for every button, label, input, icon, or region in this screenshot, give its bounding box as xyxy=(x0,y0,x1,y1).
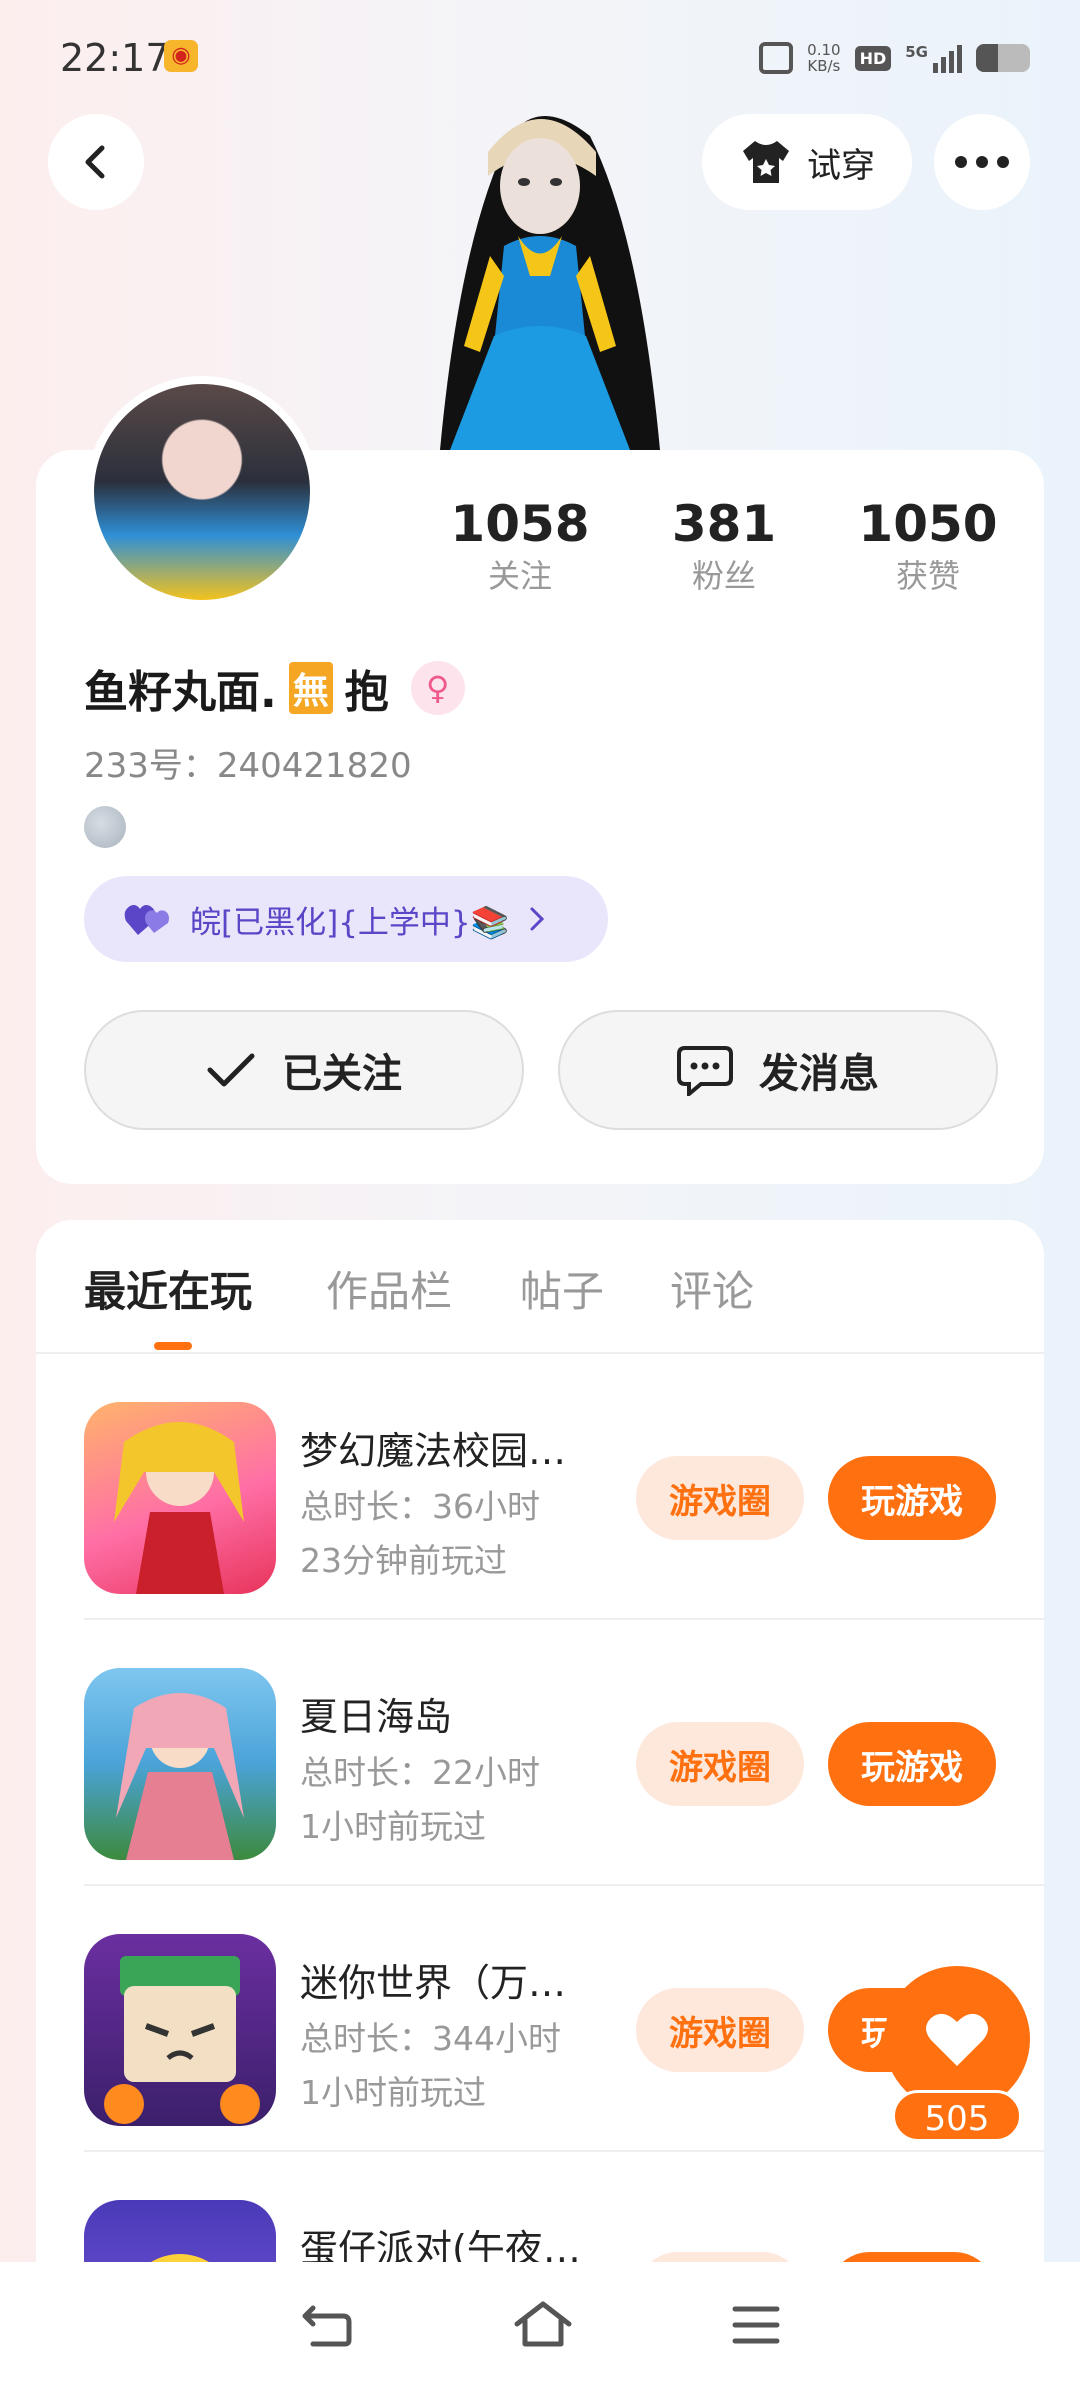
hd-icon: HD xyxy=(854,45,892,71)
game-icon xyxy=(84,1668,276,1860)
stat-following-value: 1058 xyxy=(450,495,590,553)
chat-bubble-icon xyxy=(677,1046,733,1096)
username-prefix: 鱼籽丸面. xyxy=(84,667,277,718)
system-nav-bar xyxy=(0,2262,1080,2388)
game-duration: 总时长：22小时 xyxy=(300,1753,540,1792)
game-last-played: 1小时前玩过 xyxy=(300,1807,486,1846)
avatar[interactable] xyxy=(86,376,318,608)
game-row[interactable]: 夏日海岛 总时长：22小时 1小时前玩过 游戏圈 玩游戏 xyxy=(84,1620,1044,1886)
username-suffix: 抱 xyxy=(344,667,389,718)
like-count: 505 xyxy=(892,2090,1022,2142)
stat-fans[interactable]: 381 粉丝 xyxy=(624,494,824,598)
game-title: 迷你世界（万… xyxy=(300,1961,567,2005)
try-on-label: 试穿 xyxy=(807,145,875,186)
heart-icon xyxy=(926,2013,988,2066)
game-title: 夏日海岛 xyxy=(300,1695,453,1739)
chevron-right-icon xyxy=(530,907,545,931)
game-last-played: 1小时前玩过 xyxy=(300,2073,486,2112)
game-row[interactable]: 梦幻魔法校园… 总时长：36小时 23分钟前玩过 游戏圈 玩游戏 xyxy=(84,1354,1044,1620)
game-row[interactable]: 蛋仔派对(午夜… xyxy=(84,2152,1044,2262)
user-id: 233号：240421820 xyxy=(84,746,412,786)
double-heart-icon xyxy=(124,905,169,935)
stat-fans-value: 381 xyxy=(671,495,777,553)
home-nav-icon[interactable] xyxy=(513,2300,573,2350)
follow-label: 已关注 xyxy=(282,1051,402,1097)
stat-fans-label: 粉丝 xyxy=(691,557,756,595)
game-title: 梦幻魔法校园… xyxy=(300,1429,567,1473)
battery-icon xyxy=(976,44,1030,72)
game-circle-button[interactable]: 游戏圈 xyxy=(636,1988,804,2072)
game-icon xyxy=(84,2200,276,2262)
female-gender-icon: ♀ xyxy=(410,661,465,715)
game-icon xyxy=(84,1934,276,2126)
guild-badge[interactable]: 皖[已黑化]{上学中}📚 xyxy=(84,876,608,962)
signal-icon: 5G xyxy=(905,43,962,73)
back-button[interactable] xyxy=(48,114,144,210)
more-button[interactable] xyxy=(934,114,1030,210)
guild-label: 皖[已黑化]{上学中}📚 xyxy=(190,904,510,941)
vibrate-icon xyxy=(759,42,794,74)
tshirt-icon xyxy=(743,141,789,183)
status-icons: 0.10 KB/s HD 5G xyxy=(759,36,1030,80)
game-title: 蛋仔派对(午夜… xyxy=(300,2227,581,2262)
stat-following[interactable]: 1058 关注 xyxy=(420,494,620,598)
game-icon xyxy=(84,1402,276,1594)
message-label: 发消息 xyxy=(759,1051,879,1097)
follow-button[interactable]: 已关注 xyxy=(84,1010,524,1130)
network-type: 5G xyxy=(905,43,928,61)
stat-following-label: 关注 xyxy=(487,557,552,595)
stat-likes-value: 1050 xyxy=(858,495,998,553)
back-nav-icon[interactable] xyxy=(299,2300,355,2350)
moon-emoji-icon xyxy=(84,806,126,848)
tab-comments[interactable]: 评论 xyxy=(670,1258,754,1319)
check-icon xyxy=(207,1053,255,1087)
more-dots-icon xyxy=(955,156,1009,168)
game-duration: 总时长：344小时 xyxy=(300,2019,561,2058)
game-circle-button[interactable]: 游戏圈 xyxy=(636,1722,804,1806)
username: 鱼籽丸面. 無抱 ♀ xyxy=(84,656,465,720)
tab-indicator xyxy=(154,1342,192,1350)
net-speed-unit: KB/s xyxy=(807,57,841,75)
chevron-left-icon xyxy=(85,145,105,179)
message-button[interactable]: 发消息 xyxy=(558,1010,998,1130)
game-circle-button[interactable] xyxy=(636,2252,804,2262)
stat-likes[interactable]: 1050 获赞 xyxy=(828,494,1028,598)
avatar-figure xyxy=(440,116,660,450)
tab-recently-played[interactable]: 最近在玩 xyxy=(84,1258,252,1319)
stat-likes-label: 获赞 xyxy=(895,557,960,595)
game-duration: 总时长：36小时 xyxy=(300,1487,540,1526)
weibo-notification-icon: ◉ xyxy=(164,40,198,72)
play-game-button[interactable] xyxy=(828,2252,996,2262)
username-badge: 無 xyxy=(288,662,333,714)
play-game-button[interactable]: 玩游戏 xyxy=(828,1456,996,1540)
play-game-button[interactable]: 玩游戏 xyxy=(828,1722,996,1806)
net-speed: 0.10 KB/s xyxy=(807,42,840,74)
net-speed-value: 0.10 xyxy=(807,41,841,59)
game-last-played: 23分钟前玩过 xyxy=(300,1541,507,1580)
game-circle-button[interactable]: 游戏圈 xyxy=(636,1456,804,1540)
tab-works[interactable]: 作品栏 xyxy=(326,1258,452,1319)
tab-posts[interactable]: 帖子 xyxy=(520,1258,604,1319)
status-time: 22:17 xyxy=(60,36,170,80)
try-on-button[interactable]: 试穿 xyxy=(702,114,912,210)
menu-nav-icon[interactable] xyxy=(731,2303,781,2347)
